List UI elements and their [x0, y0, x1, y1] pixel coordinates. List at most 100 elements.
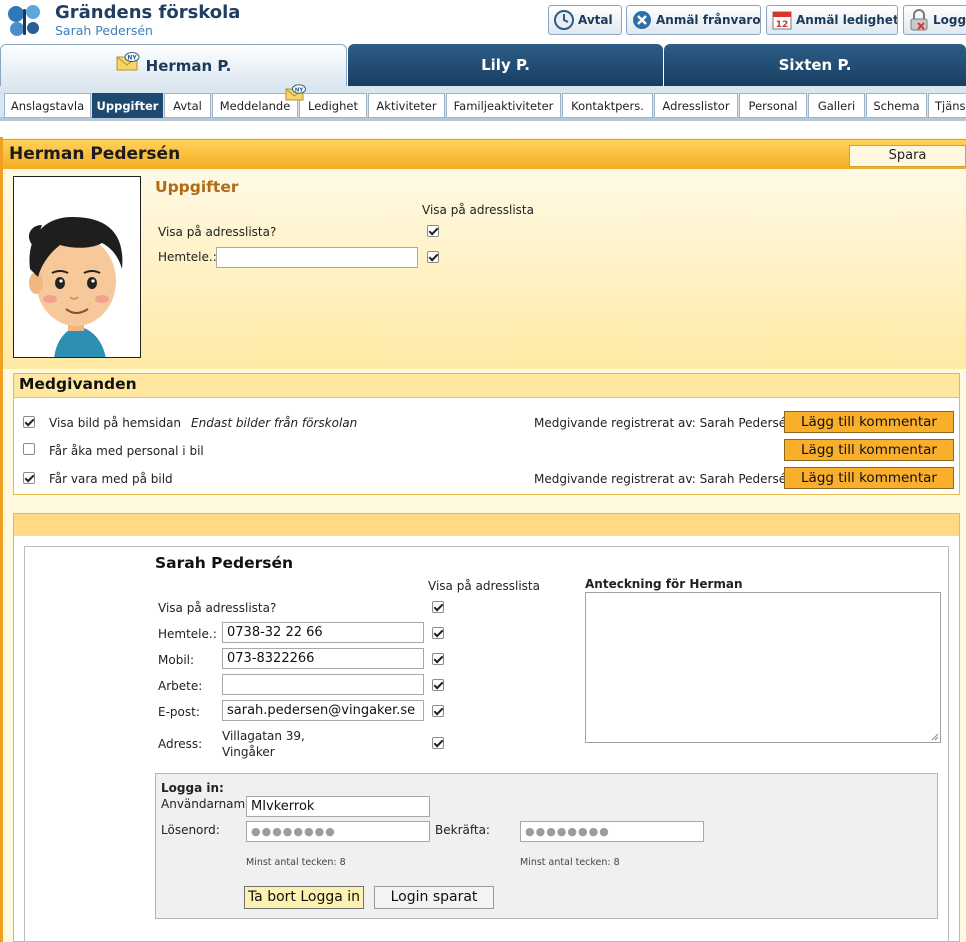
note-textarea[interactable] [585, 592, 941, 743]
guardian-visa-column-header: Visa på adresslista [428, 579, 540, 593]
tab-meddelande-label: Meddelande [219, 98, 291, 113]
avtal-button[interactable]: Avtal [548, 5, 622, 35]
tab-kontaktpers-label: Kontaktpers. [571, 98, 644, 113]
tab-ledighet[interactable]: Ledighet [299, 93, 367, 118]
guardian-hemtele-checkbox[interactable] [432, 627, 444, 639]
hemtele-input[interactable] [216, 247, 418, 268]
anmal-ledighet-label: Anmäl ledighet [796, 13, 898, 27]
child-name: Herman Pedersén [9, 144, 181, 164]
new-message-icon: NY [116, 51, 140, 70]
guardian-epost-label: E-post: [158, 705, 200, 719]
tab-galleri[interactable]: Galleri [808, 93, 865, 118]
visa-checkbox[interactable] [427, 225, 439, 237]
add-comment-button-2[interactable]: Lägg till kommentar [784, 439, 954, 461]
guardian-visa-checkbox[interactable] [432, 601, 444, 613]
tab-avtal-label: Avtal [173, 98, 202, 113]
guardian-epost-checkbox[interactable] [432, 705, 444, 717]
save-button[interactable]: Spara [849, 145, 966, 167]
guardian-mobil-checkbox[interactable] [432, 653, 444, 665]
uppgifter-heading: Uppgifter [155, 178, 239, 196]
add-comment-button-3[interactable]: Lägg till kommentar [784, 467, 954, 489]
consent-label-aka-bil: Får åka med personal i bil [49, 444, 204, 458]
tab-tjanster[interactable]: Tjäns [928, 93, 966, 118]
tab-schema[interactable]: Schema [866, 93, 927, 118]
tab-adresslistor[interactable]: Adresslistor [654, 93, 738, 118]
child-avatar[interactable] [13, 176, 141, 358]
consent-checkbox-vara-bild[interactable] [23, 472, 35, 484]
child-details-section [3, 169, 966, 369]
login-saved-button[interactable]: Login sparat [374, 886, 494, 909]
guardian-visa-label: Visa på adresslista? [158, 601, 277, 615]
consent-checkbox-visa-bild[interactable] [23, 416, 35, 428]
medgivanden-header [14, 374, 959, 398]
tab-uppgifter-label: Uppgifter [96, 98, 159, 113]
visa-label: Visa på adresslista? [158, 225, 277, 239]
hemtele-visa-checkbox[interactable] [427, 251, 439, 263]
app-header: Grändens förskola Sarah Pedersén Avtal A… [0, 0, 966, 44]
lock-icon [910, 9, 928, 31]
guardian-arbete-input[interactable] [222, 674, 424, 695]
tab-child-lily[interactable]: Lily P. [348, 44, 663, 86]
tab-kontaktpers[interactable]: Kontaktpers. [562, 93, 653, 118]
guardian-epost-input[interactable]: sarah.pedersen@vingaker.se [222, 700, 424, 721]
username-label: Användarnamn: [161, 797, 257, 811]
password-label: Lösenord: [161, 823, 220, 837]
username-input[interactable]: MIvkerrok [246, 796, 430, 817]
hemtele-label: Hemtele.: [158, 250, 217, 264]
password-min-chars: Minst antal tecken: 8 [246, 857, 346, 868]
anmal-ledighet-button[interactable]: 12 Anmäl ledighet [766, 5, 898, 35]
calendar-day: 12 [776, 20, 789, 30]
tab-familjeaktiviteter[interactable]: Familjeaktiviteter [446, 93, 561, 118]
butterfly-logo-icon [8, 5, 40, 36]
consent-note-visa-bild: Endast bilder från förskolan [191, 416, 358, 430]
tab-child-herman[interactable]: NY Herman P. [0, 44, 347, 86]
guardian-adress-label: Adress: [158, 737, 203, 751]
consent-checkbox-aka-bil[interactable] [23, 443, 35, 455]
guardian-name: Sarah Pedersén [155, 554, 294, 572]
medgivanden-title: Medgivanden [19, 375, 137, 393]
tab-personal[interactable]: Personal [739, 93, 807, 118]
guardian-adress-line2: Vingåker [222, 745, 275, 759]
new-badge: NY [127, 54, 137, 61]
tab-child-lily-label: Lily P. [481, 56, 530, 74]
logout-button[interactable]: Logga [903, 5, 966, 35]
clock-icon [554, 10, 574, 30]
guardian-mobil-label: Mobil: [158, 653, 195, 667]
tab-child-sixten[interactable]: Sixten P. [664, 44, 966, 86]
tab-child-herman-label: Herman P. [145, 56, 232, 75]
tab-aktiviteter-label: Aktiviteter [376, 98, 437, 113]
avtal-button-label: Avtal [578, 13, 613, 27]
guardian-panel-header [14, 514, 959, 536]
consent-registered-visa-bild: Medgivande registrerat av: Sarah Pedersé… [534, 416, 794, 430]
tab-anslagstavla[interactable]: Anslagstavla [4, 93, 91, 118]
logged-in-user: Sarah Pedersén [55, 23, 153, 38]
logout-label: Logga [933, 13, 966, 27]
tab-adresslistor-label: Adresslistor [662, 98, 730, 113]
tab-schema-label: Schema [873, 98, 920, 113]
guardian-mobil-input[interactable]: 073-8322266 [222, 648, 424, 669]
remove-login-button[interactable]: Ta bort Logga in [244, 886, 364, 909]
confirm-password-input[interactable]: ●●●●●●●● [520, 821, 704, 842]
password-input[interactable]: ●●●●●●●● [246, 821, 430, 842]
confirm-min-chars: Minst antal tecken: 8 [520, 857, 620, 868]
guardian-hemtele-label: Hemtele.: [158, 627, 217, 641]
tab-avtal[interactable]: Avtal [164, 93, 211, 118]
meddelande-new-badge: NY [295, 87, 305, 93]
confirm-password-label: Bekräfta: [435, 823, 490, 837]
resize-handle-icon[interactable] [930, 732, 939, 741]
tab-aktiviteter[interactable]: Aktiviteter [368, 93, 445, 118]
guardian-hemtele-input[interactable]: 0738-32 22 66 [222, 622, 424, 643]
anmal-franvaro-button[interactable]: Anmäl frånvaro [626, 5, 761, 35]
tab-ledighet-label: Ledighet [308, 98, 358, 113]
tab-uppgifter[interactable]: Uppgifter [92, 93, 163, 118]
consent-label-visa-bild: Visa bild på hemsidan [49, 416, 182, 430]
add-comment-button-1[interactable]: Lägg till kommentar [784, 411, 954, 433]
sub-tab-bar: Anslagstavla Uppgifter Avtal Meddelande … [0, 86, 966, 121]
consent-label-vara-bild: Får vara med på bild [49, 472, 173, 486]
guardian-adress-checkbox[interactable] [432, 737, 444, 749]
note-label: Anteckning för Herman [585, 577, 743, 591]
login-title: Logga in: [161, 781, 224, 795]
school-name: Grändens förskola [55, 2, 241, 23]
guardian-arbete-checkbox[interactable] [432, 679, 444, 691]
meddelande-new-icon: NY [285, 84, 306, 101]
